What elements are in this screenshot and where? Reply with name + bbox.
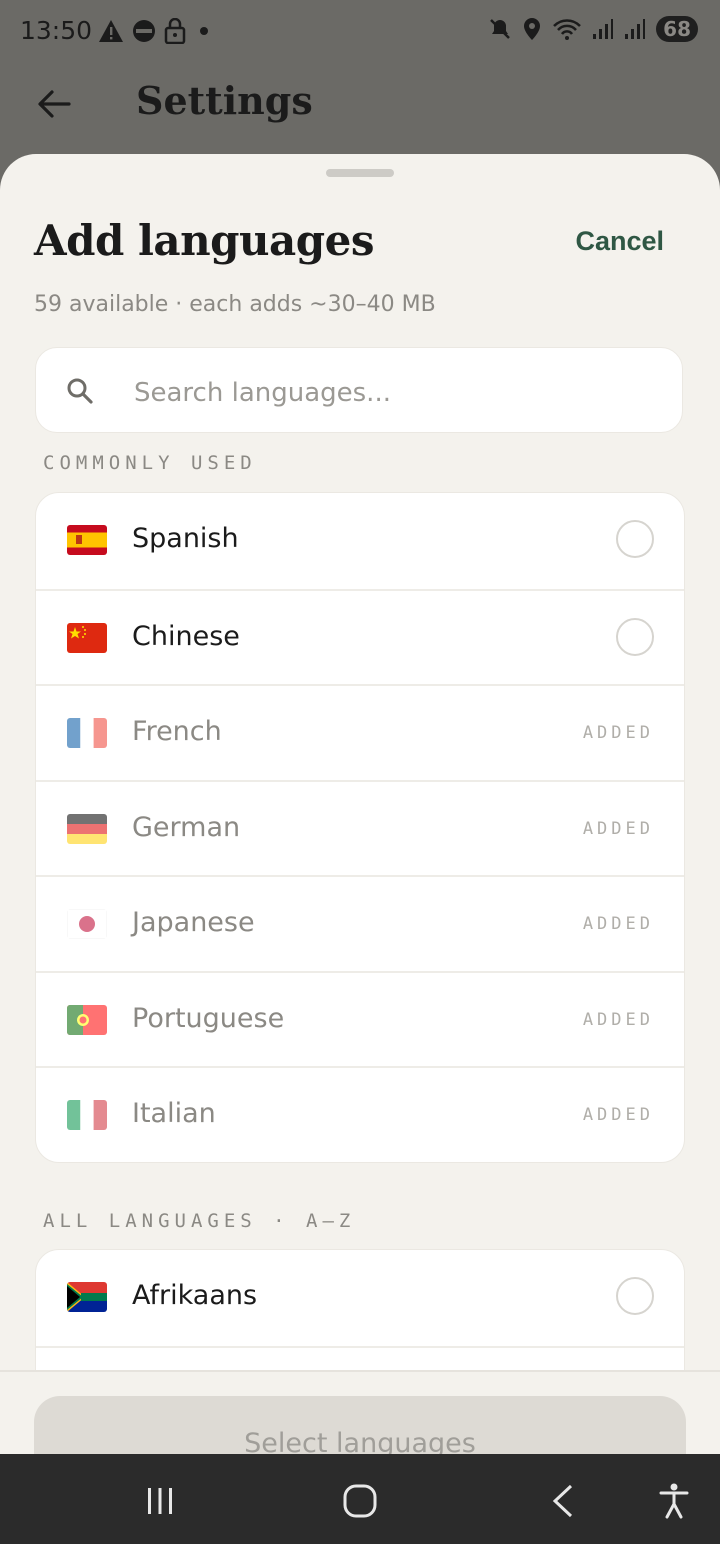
portugal-flag-icon	[67, 1004, 107, 1035]
sheet-title: Add languages	[34, 216, 375, 265]
added-badge: ADDED	[582, 818, 654, 839]
accessibility-icon	[659, 1483, 689, 1519]
select-languages-button[interactable]: Select languages	[34, 1396, 686, 1454]
home-icon	[343, 1484, 377, 1518]
sheet-subtitle: 59 available · each adds ~30–40 MB	[34, 292, 436, 317]
back-button[interactable]	[32, 84, 76, 124]
language-name: Italian	[132, 1098, 216, 1129]
language-name: German	[132, 811, 241, 843]
language-name: Afrikaans	[132, 1280, 258, 1311]
page-title: Settings	[136, 78, 313, 123]
added-badge: ADDED	[582, 1105, 654, 1125]
germany-flag-icon	[67, 813, 107, 844]
warning-icon	[99, 20, 123, 42]
language-name: Japanese	[132, 907, 255, 938]
language-name: Spanish	[132, 523, 239, 554]
select-radio[interactable]	[616, 617, 654, 656]
sheet-footer: Select languages	[0, 1370, 720, 1454]
common-languages-list: Spanish Chinese French ADDED German ADDE…	[35, 492, 685, 1163]
select-radio[interactable]	[616, 1277, 654, 1315]
all-languages-label: ALL LANGUAGES · A–Z	[43, 1210, 356, 1232]
language-name: French	[132, 716, 222, 747]
back-chevron-icon	[552, 1484, 573, 1518]
app-bar: Settings	[0, 64, 720, 154]
home-button[interactable]	[342, 1484, 378, 1518]
language-name: Chinese	[132, 620, 240, 652]
sheet-drag-handle[interactable]	[326, 169, 394, 177]
language-row-german: German ADDED	[36, 779, 684, 876]
recents-button[interactable]	[142, 1484, 178, 1518]
commonly-used-label: COMMONLY USED	[43, 452, 257, 474]
japan-flag-icon	[67, 909, 107, 939]
language-row-spanish[interactable]: Spanish	[36, 493, 684, 589]
added-badge: ADDED	[582, 914, 654, 934]
signal-icon	[593, 19, 614, 39]
china-flag-icon	[67, 622, 107, 653]
battery-indicator: 68	[656, 16, 698, 42]
status-right-icons: 68	[488, 16, 698, 42]
italy-flag-icon	[67, 1100, 107, 1130]
dot-icon	[200, 27, 208, 35]
language-row-japanese: Japanese ADDED	[36, 875, 684, 971]
language-row-portuguese: Portuguese ADDED	[36, 970, 684, 1067]
search-input[interactable]	[132, 372, 656, 414]
added-badge: ADDED	[582, 723, 654, 743]
accessibility-button[interactable]	[658, 1483, 690, 1519]
wifi-icon	[553, 19, 582, 40]
language-name: Portuguese	[132, 1002, 285, 1034]
language-row-afrikaans[interactable]: Afrikaans	[36, 1250, 684, 1346]
location-icon	[524, 18, 541, 40]
status-bar: 13:50 68	[0, 0, 720, 64]
system-nav-bar	[0, 1454, 720, 1544]
back-nav-button[interactable]	[548, 1484, 578, 1518]
france-flag-icon	[67, 718, 107, 748]
spain-flag-icon	[67, 525, 107, 555]
circle-half-icon	[133, 20, 155, 42]
language-row-chinese[interactable]: Chinese	[36, 588, 684, 685]
add-languages-sheet: Add languages Cancel 59 available · each…	[0, 154, 720, 1454]
select-radio[interactable]	[616, 520, 654, 558]
arrow-left-icon	[38, 90, 71, 118]
search-icon	[67, 378, 93, 404]
recents-icon	[148, 1488, 172, 1514]
status-time: 13:50	[20, 16, 93, 45]
lock-icon	[164, 18, 186, 44]
signal-icon	[625, 19, 646, 39]
status-left-icons	[98, 18, 214, 44]
language-row-french: French ADDED	[36, 684, 684, 780]
added-badge: ADDED	[582, 1009, 654, 1030]
cancel-button[interactable]: Cancel	[575, 226, 664, 257]
language-row-italian: Italian ADDED	[36, 1066, 684, 1162]
search-box[interactable]	[35, 347, 683, 433]
mute-icon	[490, 19, 511, 39]
south-africa-flag-icon	[67, 1282, 107, 1312]
